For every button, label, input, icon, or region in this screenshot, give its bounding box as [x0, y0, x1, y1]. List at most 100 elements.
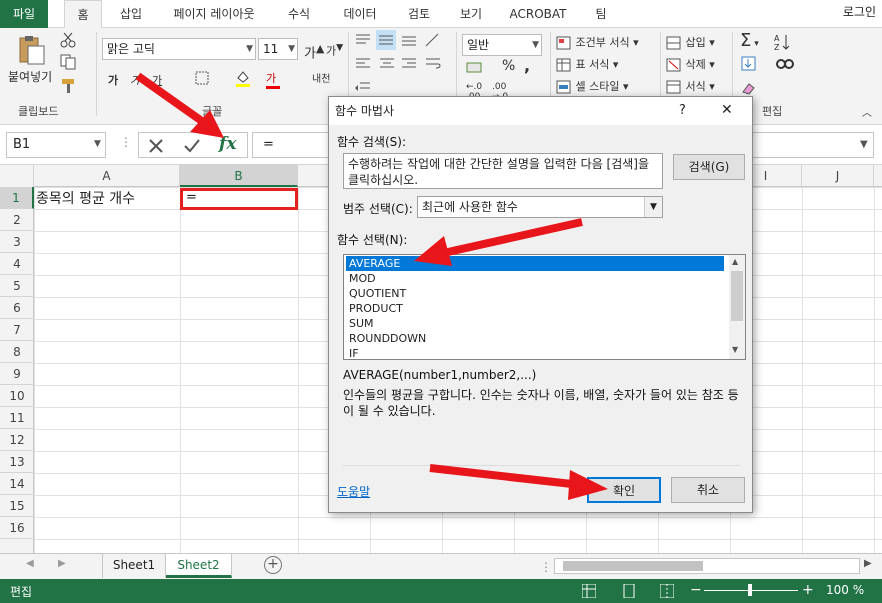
- zoom-slider-thumb[interactable]: [748, 584, 752, 596]
- font-size-combo[interactable]: 11 ▼: [258, 38, 298, 60]
- delete-cells-button[interactable]: 삭제 ▾: [666, 56, 715, 72]
- function-item-rounddown[interactable]: ROUNDDOWN: [346, 331, 724, 346]
- fill-color-icon[interactable]: [234, 68, 252, 91]
- format-painter-icon[interactable]: [60, 78, 76, 97]
- page-break-view-icon[interactable]: [660, 584, 674, 598]
- row-header[interactable]: 1: [0, 187, 34, 209]
- search-button[interactable]: 검색(G): [673, 154, 745, 180]
- align-middle-icon[interactable]: [376, 30, 396, 50]
- scroll-up-icon[interactable]: ▲: [732, 257, 738, 266]
- function-item-quotient[interactable]: QUOTIENT: [346, 286, 724, 301]
- help-icon[interactable]: ?: [679, 103, 686, 118]
- wrap-text-icon[interactable]: [424, 56, 442, 75]
- function-item-average[interactable]: AVERAGE: [346, 256, 724, 271]
- column-header-a[interactable]: A: [34, 165, 180, 187]
- comma-button[interactable]: ,: [524, 56, 530, 75]
- row-header[interactable]: 3: [0, 231, 34, 253]
- italic-button[interactable]: 가: [130, 72, 140, 88]
- normal-view-icon[interactable]: [582, 584, 596, 598]
- scrollbar-thumb[interactable]: [731, 271, 743, 321]
- number-format-combo[interactable]: 일반 ▼: [462, 34, 542, 56]
- scroll-right-icon[interactable]: ▶: [864, 558, 872, 569]
- scrollbar-thumb[interactable]: [563, 561, 703, 571]
- row-header[interactable]: 16: [0, 517, 34, 539]
- tab-view[interactable]: 보기: [452, 0, 490, 28]
- sheet-tab-sheet1[interactable]: Sheet1: [102, 554, 166, 578]
- row-header[interactable]: 14: [0, 473, 34, 495]
- cell-a1[interactable]: 종목의 평균 개수: [36, 189, 135, 209]
- row-header[interactable]: 7: [0, 319, 34, 341]
- function-list-scrollbar[interactable]: ▲ ▼: [729, 255, 745, 359]
- row-header[interactable]: 9: [0, 363, 34, 385]
- fill-icon[interactable]: [740, 56, 758, 75]
- scroll-down-icon[interactable]: ▼: [732, 345, 738, 354]
- cell-style-button[interactable]: 셀 스타일 ▾: [556, 78, 629, 94]
- scroll-right-icon[interactable]: ▶: [58, 558, 66, 569]
- table-format-button[interactable]: 표 서식 ▾: [556, 56, 618, 72]
- border-icon[interactable]: [194, 70, 210, 89]
- row-header[interactable]: 2: [0, 209, 34, 231]
- cut-icon[interactable]: [60, 32, 76, 51]
- select-all-corner[interactable]: [0, 165, 34, 187]
- tab-home[interactable]: 홈: [64, 0, 102, 29]
- cancel-button[interactable]: 취소: [671, 477, 745, 503]
- function-search-input[interactable]: 수행하려는 작업에 대한 간단한 설명을 입력한 다음 [검색]을 클릭하십시오…: [343, 153, 663, 189]
- expand-formula-icon[interactable]: ▼: [860, 139, 868, 150]
- phonetic-button[interactable]: 내천: [312, 70, 330, 85]
- insert-function-button[interactable]: fx: [219, 134, 236, 154]
- tab-team[interactable]: 팀: [586, 0, 616, 28]
- cell-b1-active[interactable]: =: [180, 188, 298, 210]
- tab-review[interactable]: 검토: [400, 0, 438, 28]
- drag-handle-icon[interactable]: ⋮: [120, 135, 132, 149]
- help-link[interactable]: 도움말: [337, 483, 370, 500]
- copy-icon[interactable]: [60, 54, 78, 73]
- ok-button[interactable]: 확인: [587, 477, 661, 503]
- row-header[interactable]: 12: [0, 429, 34, 451]
- function-item-product[interactable]: PRODUCT: [346, 301, 724, 316]
- paste-button[interactable]: [14, 34, 46, 69]
- function-item-if[interactable]: IF: [346, 346, 724, 359]
- zoom-in-button[interactable]: +: [802, 582, 814, 598]
- function-list[interactable]: AVERAGE MOD QUOTIENT PRODUCT SUM ROUNDDO…: [343, 254, 746, 360]
- find-select-icon[interactable]: [774, 54, 796, 77]
- zoom-level[interactable]: 100 %: [826, 583, 864, 597]
- function-item-sum[interactable]: SUM: [346, 316, 724, 331]
- align-left-icon[interactable]: [354, 56, 372, 75]
- tab-insert[interactable]: 삽입: [112, 0, 150, 28]
- row-header[interactable]: 8: [0, 341, 34, 363]
- row-header[interactable]: 13: [0, 451, 34, 473]
- currency-icon[interactable]: [466, 60, 484, 79]
- font-color-button[interactable]: 가: [266, 70, 280, 89]
- row-header[interactable]: 11: [0, 407, 34, 429]
- underline-button[interactable]: 가: [152, 72, 162, 88]
- column-header-j[interactable]: J: [802, 165, 874, 187]
- row-header[interactable]: 6: [0, 297, 34, 319]
- enter-check-icon[interactable]: [183, 137, 201, 155]
- function-item-mod[interactable]: MOD: [346, 271, 724, 286]
- close-icon[interactable]: ✕: [721, 102, 733, 118]
- category-select[interactable]: 최근에 사용한 함수 ▼: [417, 196, 663, 218]
- sheet-tab-sheet2[interactable]: Sheet2: [166, 554, 232, 578]
- column-header-b[interactable]: B: [180, 165, 298, 187]
- orientation-icon[interactable]: [424, 32, 442, 51]
- login-link[interactable]: 로그인: [843, 0, 876, 28]
- align-center-icon[interactable]: [378, 56, 396, 75]
- row-header[interactable]: 15: [0, 495, 34, 517]
- horizontal-scrollbar[interactable]: [554, 558, 860, 574]
- row-header[interactable]: 10: [0, 385, 34, 407]
- name-box[interactable]: B1: [6, 132, 106, 158]
- tab-acrobat[interactable]: ACROBAT: [505, 0, 571, 28]
- bold-button[interactable]: 가: [108, 72, 118, 88]
- tab-data[interactable]: 데이터: [336, 0, 384, 28]
- format-cells-button[interactable]: 서식 ▾: [666, 78, 715, 94]
- scroll-left-icon[interactable]: ◀: [26, 558, 34, 569]
- align-right-icon[interactable]: [400, 56, 418, 75]
- row-header[interactable]: 5: [0, 275, 34, 297]
- tab-formulas[interactable]: 수식: [280, 0, 318, 28]
- collapse-ribbon-icon[interactable]: ︿: [862, 104, 872, 119]
- shrink-font-button[interactable]: 가▼: [326, 42, 343, 59]
- cancel-icon[interactable]: [147, 137, 165, 155]
- align-bottom-icon[interactable]: [400, 32, 418, 51]
- insert-cells-button[interactable]: 삽입 ▾: [666, 34, 715, 50]
- align-top-icon[interactable]: [354, 32, 372, 51]
